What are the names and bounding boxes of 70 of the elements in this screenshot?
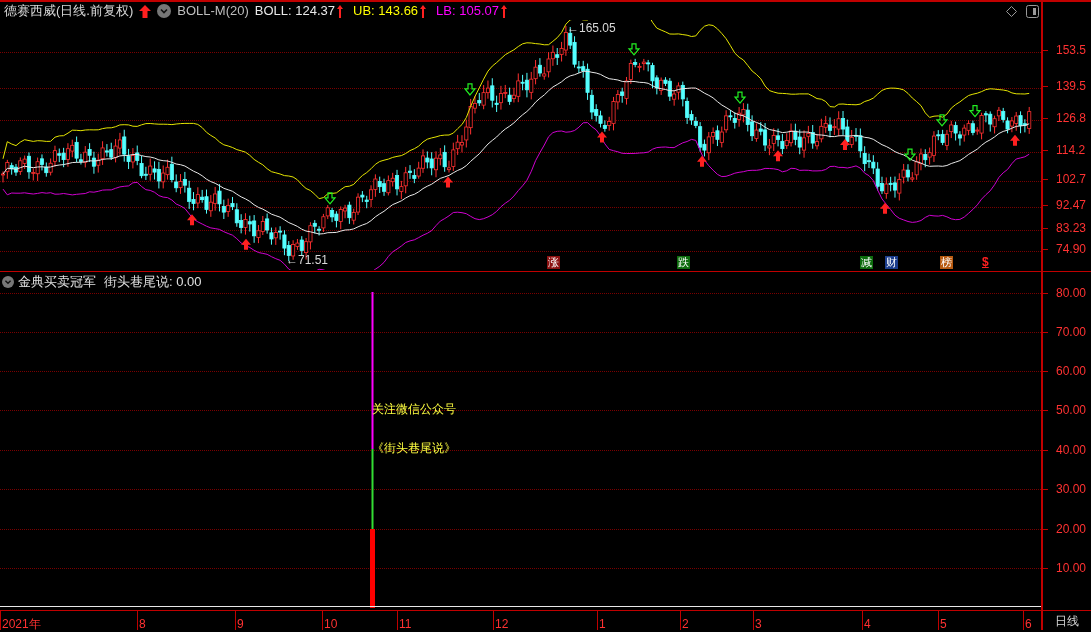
down-arrow-icon (733, 91, 747, 104)
date-label: 6 (1025, 617, 1032, 631)
axis-label: 80.00 (1056, 286, 1087, 300)
down-arrow-icon (903, 148, 917, 162)
axis-label: 102.7 (1056, 172, 1087, 186)
date-label: 2 (682, 617, 689, 631)
axis-label: 139.5 (1056, 79, 1087, 93)
up-arrow-icon (241, 238, 251, 250)
axis-label: 114.2 (1056, 143, 1086, 157)
axis-label: 40.00 (1056, 443, 1087, 457)
up-arrow-icon (139, 4, 152, 18)
date-label: 2021年 (2, 617, 41, 631)
panel-toggle-icon[interactable] (1026, 5, 1039, 18)
axis-label: 70.00 (1056, 325, 1087, 339)
up-arrow-icon (773, 150, 783, 162)
up-arrow-icon (420, 4, 427, 18)
date-label: 8 (139, 617, 146, 631)
indicator-value: 街头巷尾说: 0.00 (104, 274, 202, 290)
indicator-name: BOLL-M(20) (177, 3, 249, 19)
date-label: 5 (940, 617, 947, 631)
note-text: 《街头巷尾说》 (372, 441, 456, 455)
axis-label: 83.23 (1056, 221, 1087, 235)
low-price-label: ←71.51 (286, 253, 329, 267)
up-arrow-icon (840, 138, 850, 150)
note-text: 关注微信公众号 (372, 402, 456, 416)
event-marker[interactable]: 减 (860, 256, 873, 269)
event-marker[interactable]: 财 (885, 256, 898, 269)
axis-label: 20.00 (1056, 522, 1087, 536)
chevron-down-icon[interactable] (2, 276, 14, 288)
date-label: 11 (399, 617, 412, 631)
axis-label: 10.00 (1056, 561, 1087, 575)
panel-title: 金典买卖冠军 (18, 274, 96, 290)
down-arrow-icon (935, 114, 949, 127)
axis-label: 153.5 (1056, 43, 1087, 57)
up-arrow-icon (597, 131, 607, 143)
down-arrow-icon (968, 105, 982, 118)
date-label: 1 (599, 617, 606, 631)
up-arrow-icon (880, 202, 890, 214)
up-arrow-icon (187, 214, 197, 226)
axis-label: 30.00 (1056, 482, 1087, 496)
date-label: 9 (237, 617, 244, 631)
up-arrow-icon (501, 4, 507, 18)
axis-label: 126.8 (1056, 111, 1087, 125)
up-arrow-icon (697, 155, 707, 167)
up-arrow-icon (443, 176, 453, 188)
indicator-value: BOLL: 124.37 (254, 3, 336, 19)
date-label: 12 (495, 617, 509, 631)
high-price-label: ←165.05 (567, 21, 616, 35)
stock-title: 德赛西威(日线.前复权) (4, 3, 134, 19)
event-marker[interactable]: 跌 (677, 256, 690, 269)
down-arrow-icon (627, 43, 641, 56)
indicator-value: UB: 143.66 (353, 3, 419, 19)
indicator-value: LB: 105.07 (436, 3, 499, 19)
axis-label: 60.00 (1056, 364, 1087, 378)
chevron-down-icon[interactable] (157, 4, 172, 18)
axis-label: 74.90 (1056, 242, 1087, 256)
date-label: 10 (324, 617, 338, 631)
up-arrow-icon (1010, 134, 1020, 146)
diamond-icon[interactable] (1006, 6, 1017, 17)
event-marker[interactable]: 榜 (940, 256, 953, 269)
event-marker[interactable]: $ (982, 256, 989, 269)
down-arrow-icon (323, 192, 337, 205)
axis-label: 92.47 (1056, 198, 1087, 212)
date-label: 3 (755, 617, 762, 631)
up-arrow-icon (337, 4, 344, 18)
down-arrow-icon (463, 83, 477, 96)
axis-label: 50.00 (1056, 403, 1087, 417)
event-marker[interactable]: 涨 (547, 256, 560, 269)
period-tab[interactable]: 日线 (1055, 611, 1079, 630)
date-label: 4 (864, 617, 871, 631)
